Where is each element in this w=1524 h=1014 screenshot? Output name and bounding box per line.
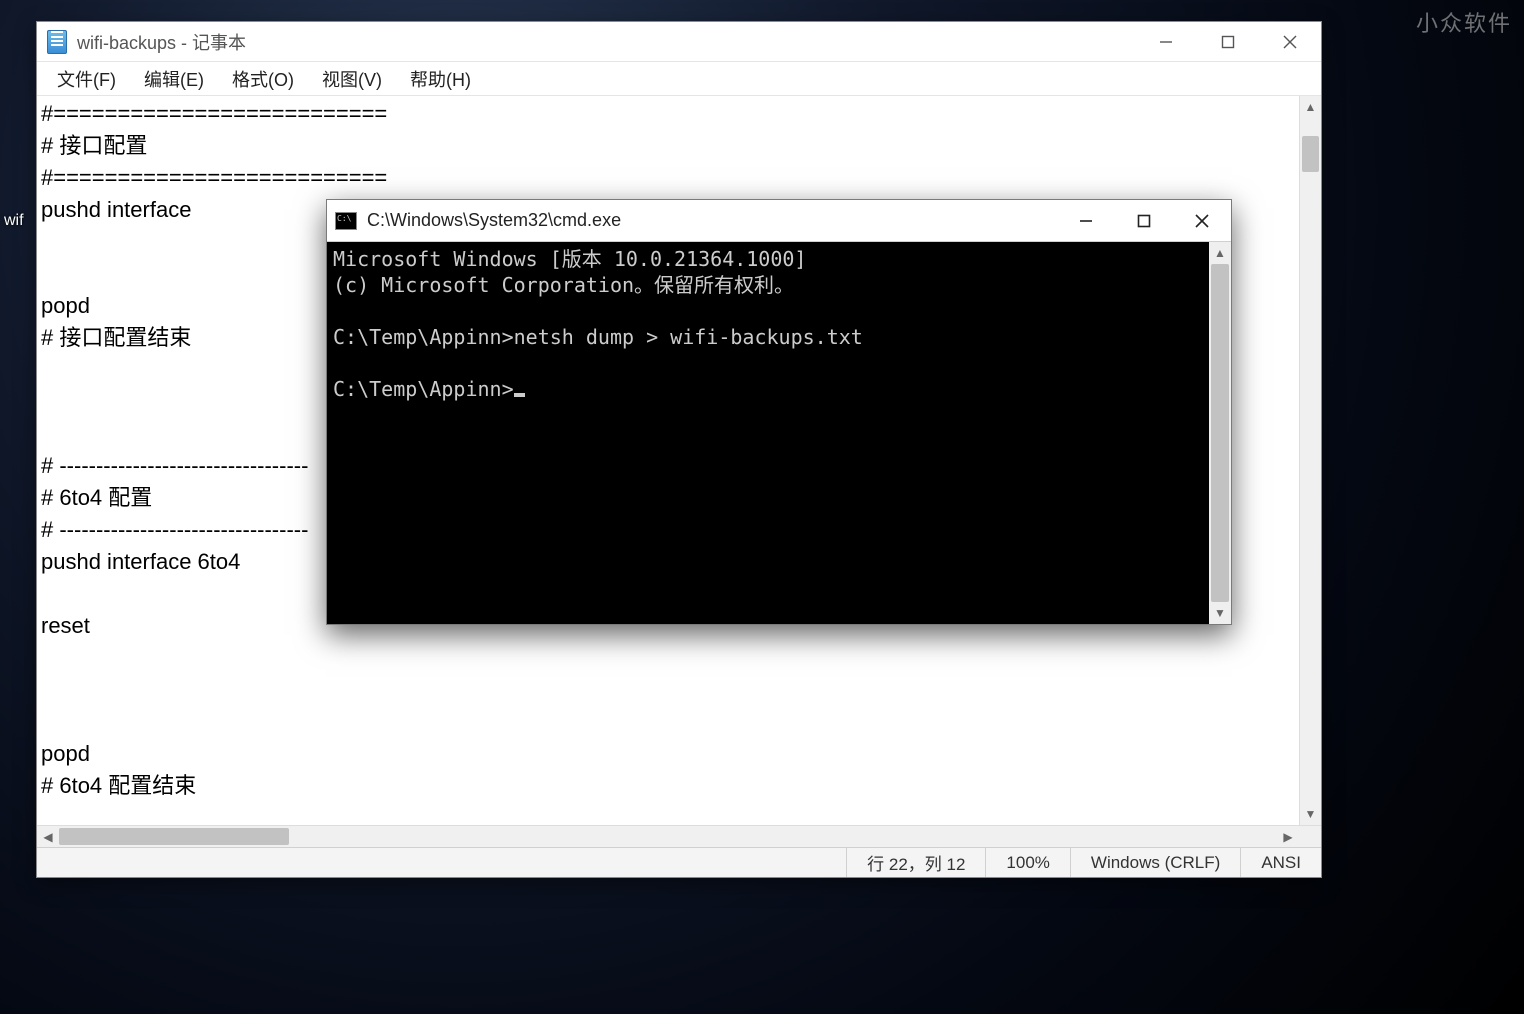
desktop: 小众软件 wif wifi-backups - 记事本 文件(F) 编辑(E) … bbox=[0, 0, 1524, 1014]
status-encoding: ANSI bbox=[1240, 848, 1321, 877]
close-button[interactable] bbox=[1259, 22, 1321, 61]
scroll-down-icon[interactable]: ▼ bbox=[1209, 602, 1231, 624]
scroll-track-h[interactable] bbox=[59, 826, 1277, 847]
status-position: 行 22，列 12 bbox=[846, 848, 985, 877]
cmd-banner-2: (c) Microsoft Corporation。保留所有权利。 bbox=[333, 273, 794, 297]
notepad-window-controls bbox=[1135, 22, 1321, 61]
desktop-icon-label[interactable]: wif bbox=[4, 212, 24, 230]
cmd-titlebar[interactable]: C:\Windows\System32\cmd.exe bbox=[327, 200, 1231, 242]
cmd-cursor bbox=[514, 393, 525, 397]
minimize-button[interactable] bbox=[1135, 22, 1197, 61]
cmd-banner-1: Microsoft Windows [版本 10.0.21364.1000] bbox=[333, 247, 806, 271]
cmd-body: Microsoft Windows [版本 10.0.21364.1000] (… bbox=[327, 242, 1231, 624]
cmd-close-button[interactable] bbox=[1173, 200, 1231, 241]
cmd-window-controls bbox=[1057, 200, 1231, 241]
scroll-thumb[interactable] bbox=[1302, 136, 1319, 172]
scroll-track[interactable] bbox=[1300, 118, 1321, 803]
cmd-prompt-1: C:\Temp\Appinn> bbox=[333, 325, 514, 349]
scroll-up-icon[interactable]: ▲ bbox=[1209, 242, 1231, 264]
notepad-menubar: 文件(F) 编辑(E) 格式(O) 视图(V) 帮助(H) bbox=[37, 62, 1321, 96]
notepad-title: wifi-backups - 记事本 bbox=[77, 29, 1135, 55]
menu-file[interactable]: 文件(F) bbox=[43, 62, 130, 96]
scroll-right-icon[interactable]: ▶ bbox=[1277, 826, 1299, 847]
scroll-track[interactable] bbox=[1209, 264, 1231, 602]
menu-help[interactable]: 帮助(H) bbox=[396, 62, 485, 96]
cmd-title: C:\Windows\System32\cmd.exe bbox=[367, 210, 1057, 231]
status-line-ending: Windows (CRLF) bbox=[1070, 848, 1240, 877]
maximize-icon bbox=[1137, 214, 1151, 228]
cmd-text-area[interactable]: Microsoft Windows [版本 10.0.21364.1000] (… bbox=[327, 242, 1209, 624]
cmd-prompt-2: C:\Temp\Appinn> bbox=[333, 377, 514, 401]
menu-edit[interactable]: 编辑(E) bbox=[130, 62, 218, 96]
scroll-down-icon[interactable]: ▼ bbox=[1300, 803, 1321, 825]
cmd-command-1: netsh dump > wifi-backups.txt bbox=[514, 325, 863, 349]
notepad-statusbar: 行 22，列 12 100% Windows (CRLF) ANSI bbox=[37, 847, 1321, 877]
cmd-vertical-scrollbar[interactable]: ▲ ▼ bbox=[1209, 242, 1231, 624]
cmd-maximize-button[interactable] bbox=[1115, 200, 1173, 241]
scroll-thumb[interactable] bbox=[1211, 264, 1229, 602]
cmd-window: C:\Windows\System32\cmd.exe Microsoft Wi… bbox=[326, 199, 1232, 625]
menu-format[interactable]: 格式(O) bbox=[218, 62, 308, 96]
cmd-icon bbox=[335, 212, 357, 230]
scroll-thumb-h[interactable] bbox=[59, 828, 289, 845]
notepad-horizontal-scrollbar[interactable]: ◀ ▶ bbox=[37, 825, 1321, 847]
cmd-minimize-button[interactable] bbox=[1057, 200, 1115, 241]
close-icon bbox=[1283, 35, 1297, 49]
menu-view[interactable]: 视图(V) bbox=[308, 62, 396, 96]
notepad-icon bbox=[47, 30, 67, 54]
maximize-button[interactable] bbox=[1197, 22, 1259, 61]
minimize-icon bbox=[1159, 35, 1173, 49]
status-zoom: 100% bbox=[985, 848, 1069, 877]
maximize-icon bbox=[1221, 35, 1235, 49]
close-icon bbox=[1195, 214, 1209, 228]
scroll-up-icon[interactable]: ▲ bbox=[1300, 96, 1321, 118]
notepad-titlebar[interactable]: wifi-backups - 记事本 bbox=[37, 22, 1321, 62]
scroll-left-icon[interactable]: ◀ bbox=[37, 826, 59, 847]
notepad-vertical-scrollbar[interactable]: ▲ ▼ bbox=[1299, 96, 1321, 825]
minimize-icon bbox=[1079, 214, 1093, 228]
scrollbar-corner bbox=[1299, 826, 1321, 847]
watermark-text: 小众软件 bbox=[1416, 6, 1512, 38]
